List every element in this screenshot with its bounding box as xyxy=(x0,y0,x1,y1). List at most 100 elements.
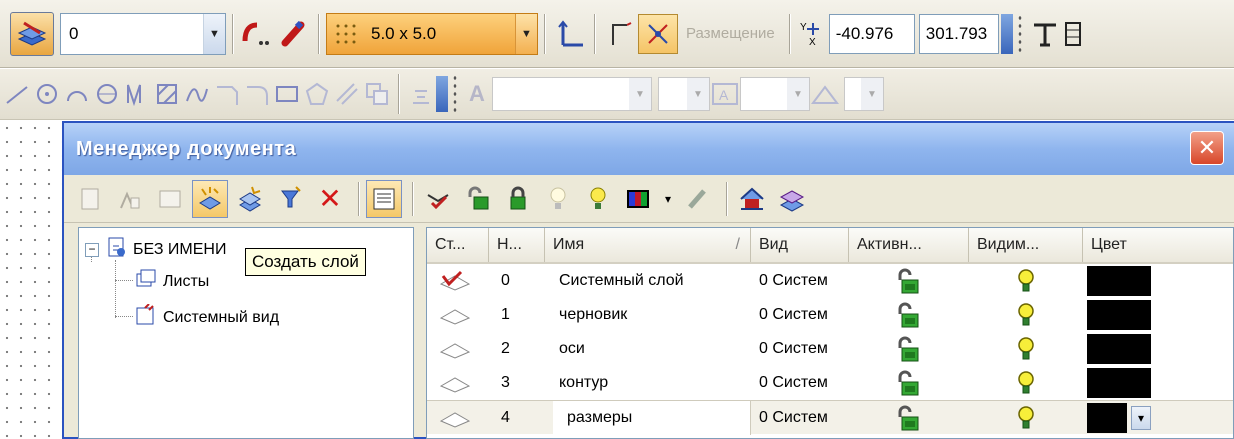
layer-view: 0 Систем xyxy=(759,408,828,426)
chevron-down-icon[interactable]: ▾ xyxy=(1131,405,1151,430)
lock-icon[interactable] xyxy=(849,298,969,332)
tree-item-label: Листы xyxy=(163,272,210,290)
layer-order-icon[interactable] xyxy=(774,180,810,218)
chevron-down-icon: ▼ xyxy=(787,78,809,110)
column-header-view[interactable]: Вид xyxy=(751,228,849,262)
lamp-icon[interactable] xyxy=(969,332,1083,366)
delete-icon[interactable]: ✕ xyxy=(312,180,348,218)
lamp-icon[interactable] xyxy=(969,264,1083,298)
layer-name[interactable]: размеры xyxy=(553,400,751,435)
color-swatch[interactable] xyxy=(1087,334,1151,364)
lock-icon[interactable] xyxy=(849,401,969,435)
color-icon[interactable] xyxy=(620,180,656,218)
color-swatch[interactable] xyxy=(1087,300,1151,330)
toolbar-overflow-button[interactable] xyxy=(436,76,448,112)
layer-view: 0 Систем xyxy=(759,272,828,289)
toolbar-grip[interactable] xyxy=(1016,13,1023,54)
current-state-icon[interactable] xyxy=(420,180,456,218)
table-row[interactable]: 0 Системный слой 0 Систем xyxy=(427,264,1233,298)
circle-icon[interactable] xyxy=(92,76,122,112)
document-manager-dialog: Менеджер документа ✕ ✕ ▾ − БЕЗ ИМЕНИ Лис… xyxy=(62,121,1234,439)
color-swatch[interactable] xyxy=(1087,368,1151,398)
layer-color[interactable] xyxy=(1083,298,1169,332)
rectangle-icon[interactable] xyxy=(272,76,302,112)
layer-state-icon[interactable] xyxy=(427,264,489,298)
spline-icon[interactable] xyxy=(122,76,152,112)
layer-name[interactable]: оси xyxy=(545,332,751,366)
drawing-canvas[interactable] xyxy=(0,121,62,439)
create-layer-icon[interactable] xyxy=(192,179,228,218)
layer-name[interactable]: Системный слой xyxy=(545,264,751,298)
tree-item-system-view[interactable]: Системный вид xyxy=(135,303,280,331)
chevron-down-icon[interactable]: ▼ xyxy=(203,13,225,54)
lock-icon[interactable] xyxy=(849,332,969,366)
layer-name[interactable]: контур xyxy=(545,366,751,400)
column-header-visible[interactable]: Видим... xyxy=(969,228,1083,262)
house-layer-icon[interactable] xyxy=(734,180,770,218)
polyline-icon[interactable] xyxy=(602,16,638,52)
lock-icon[interactable] xyxy=(500,180,536,218)
layer-state-icon[interactable] xyxy=(427,366,489,400)
bezier-icon[interactable] xyxy=(182,76,212,112)
line-icon[interactable] xyxy=(2,76,32,112)
layer-filter-icon[interactable] xyxy=(272,180,308,218)
style-combo: ▼ xyxy=(740,77,810,111)
hatch-icon[interactable] xyxy=(152,76,182,112)
lamp-icon[interactable] xyxy=(969,298,1083,332)
table-row[interactable]: 1 черновик 0 Систем xyxy=(427,298,1233,332)
column-header-number[interactable]: Н... xyxy=(489,228,545,262)
color-swatch[interactable] xyxy=(1087,266,1151,296)
toolbar-overflow-button[interactable] xyxy=(1000,13,1013,54)
lock-icon[interactable] xyxy=(849,366,969,400)
layer-state-icon[interactable] xyxy=(427,298,489,332)
lamp-icon[interactable] xyxy=(969,366,1083,400)
layer-color[interactable]: ▾ xyxy=(1083,401,1169,435)
lamp-icon[interactable] xyxy=(580,180,616,218)
grid-step-combo[interactable]: 5.0 x 5.0 ▼ xyxy=(326,12,538,55)
table-row[interactable]: 3 контур 0 Систем xyxy=(427,366,1233,400)
column-header-state[interactable]: Ст... xyxy=(427,228,489,262)
layer-state-icon[interactable] xyxy=(427,401,489,435)
lamp-icon[interactable] xyxy=(969,401,1083,435)
snap-magnet-icon[interactable] xyxy=(240,16,276,52)
close-icon[interactable]: ✕ xyxy=(1190,131,1224,165)
placement-icon[interactable] xyxy=(638,13,678,54)
layer-name[interactable]: черновик xyxy=(545,298,751,332)
current-layer-combo[interactable]: 0 ▼ xyxy=(60,12,226,55)
coord-y-field[interactable]: 301.793 xyxy=(918,13,999,54)
table-tool-icon[interactable] xyxy=(1063,16,1083,52)
collapse-icon[interactable]: − xyxy=(85,242,99,257)
layer-state-icon[interactable] xyxy=(427,332,489,366)
table-row[interactable]: 4 размеры 0 Систем ▾ xyxy=(427,400,1233,435)
tree-item-label: Системный вид xyxy=(163,308,280,326)
lock-icon[interactable] xyxy=(849,264,969,298)
tree-root[interactable]: − БЕЗ ИМЕНИ xyxy=(85,236,226,263)
table-row[interactable]: 2 оси 0 Систем xyxy=(427,332,1233,366)
toolbar-grip[interactable] xyxy=(452,74,458,114)
layer-number: 2 xyxy=(501,340,510,357)
tree-item-sheets[interactable]: Листы xyxy=(135,268,209,295)
chevron-down-icon[interactable]: ▼ xyxy=(515,13,537,54)
create-multiple-layers-icon[interactable] xyxy=(232,180,268,218)
chevron-down-icon[interactable]: ▾ xyxy=(660,180,676,218)
text-tool-icon[interactable] xyxy=(1027,16,1063,52)
column-header-color[interactable]: Цвет xyxy=(1083,228,1169,262)
layer-color[interactable] xyxy=(1083,366,1169,400)
unlock-icon[interactable] xyxy=(460,180,496,218)
properties-view-icon[interactable] xyxy=(366,179,402,218)
document-icon xyxy=(105,236,127,263)
layer-color[interactable] xyxy=(1083,264,1169,298)
placement-button[interactable]: Размещение xyxy=(678,14,783,54)
lamp-off-icon[interactable] xyxy=(540,180,576,218)
text-style-combo: ▼ xyxy=(492,77,652,111)
color-swatch[interactable] xyxy=(1087,402,1127,433)
magnet-icon[interactable] xyxy=(276,16,312,52)
column-header-active[interactable]: Активн... xyxy=(849,228,969,262)
coord-x-field[interactable]: -40.976 xyxy=(828,13,915,54)
arc-icon[interactable] xyxy=(62,76,92,112)
circle-center-icon[interactable] xyxy=(32,76,62,112)
layers-icon[interactable] xyxy=(10,11,54,56)
axis-icon[interactable] xyxy=(552,16,588,52)
layer-color[interactable] xyxy=(1083,332,1169,366)
column-header-name[interactable]: Имя / xyxy=(545,228,751,262)
